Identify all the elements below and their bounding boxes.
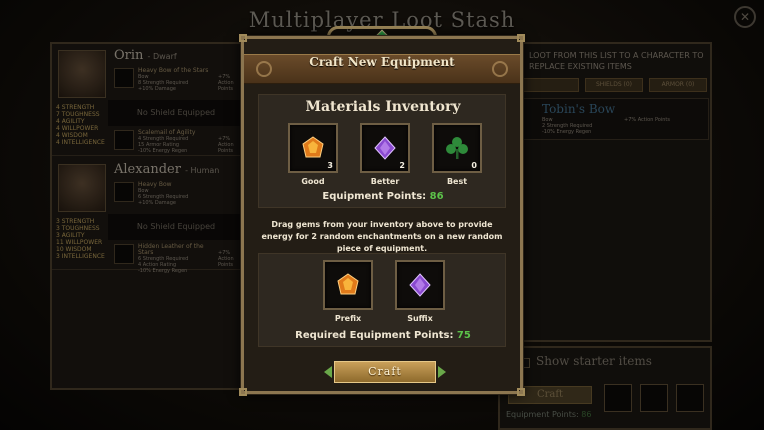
required-points-value: 75	[456, 330, 471, 341]
gem-better[interactable]: 2 Better	[360, 123, 412, 186]
trefoil-icon	[492, 61, 508, 77]
gem-count: 2	[399, 161, 405, 170]
corner-ornament	[517, 34, 525, 42]
clover-gem-icon	[446, 137, 468, 159]
gem-label: Best	[446, 177, 468, 186]
corner-ornament	[239, 388, 247, 396]
gem-good[interactable]: 3 Good	[288, 123, 340, 186]
prefix-slot[interactable]: Prefix	[323, 260, 375, 323]
craft-instructions: Drag gems from your inventory above to p…	[261, 220, 503, 253]
amethyst-gem-icon	[409, 273, 431, 297]
enchantment-slots: Prefix Suffix Required Equipment Points:…	[258, 253, 506, 347]
materials-inventory: Materials Inventory 3 Good 2 Better 0 Be…	[258, 94, 506, 208]
craft-dialog: Craft New Equipment Materials Inventory …	[239, 34, 525, 396]
dialog-title: Craft New Equipment	[309, 55, 455, 69]
suffix-slot[interactable]: Suffix	[395, 260, 447, 323]
amethyst-gem-icon	[374, 136, 396, 160]
corner-ornament	[517, 388, 525, 396]
gem-label: Better	[370, 177, 400, 186]
required-points-label: Required Equipment Points:	[295, 330, 454, 341]
arrow-left-icon	[324, 366, 332, 378]
gem-count: 3	[327, 161, 333, 170]
gem-label: Good	[301, 177, 325, 186]
gem-best[interactable]: 0 Best	[432, 123, 484, 186]
equipment-points: Equipment Points: 86	[259, 191, 507, 202]
required-points: Required Equipment Points: 75	[259, 330, 507, 341]
arrow-right-icon	[438, 366, 446, 378]
slot-label: Suffix	[407, 314, 433, 323]
gem-count: 0	[471, 161, 477, 170]
amber-gem-icon	[302, 136, 324, 158]
equipment-points-label: Equipment Points:	[322, 191, 427, 202]
inventory-title: Materials Inventory	[305, 99, 461, 115]
dialog-header: Craft New Equipment	[244, 54, 520, 84]
equipment-points-value: 86	[429, 191, 444, 202]
corner-ornament	[239, 34, 247, 42]
slot-label: Prefix	[334, 314, 362, 323]
amber-gem-icon	[337, 273, 359, 295]
craft-button[interactable]: Craft	[334, 361, 436, 383]
